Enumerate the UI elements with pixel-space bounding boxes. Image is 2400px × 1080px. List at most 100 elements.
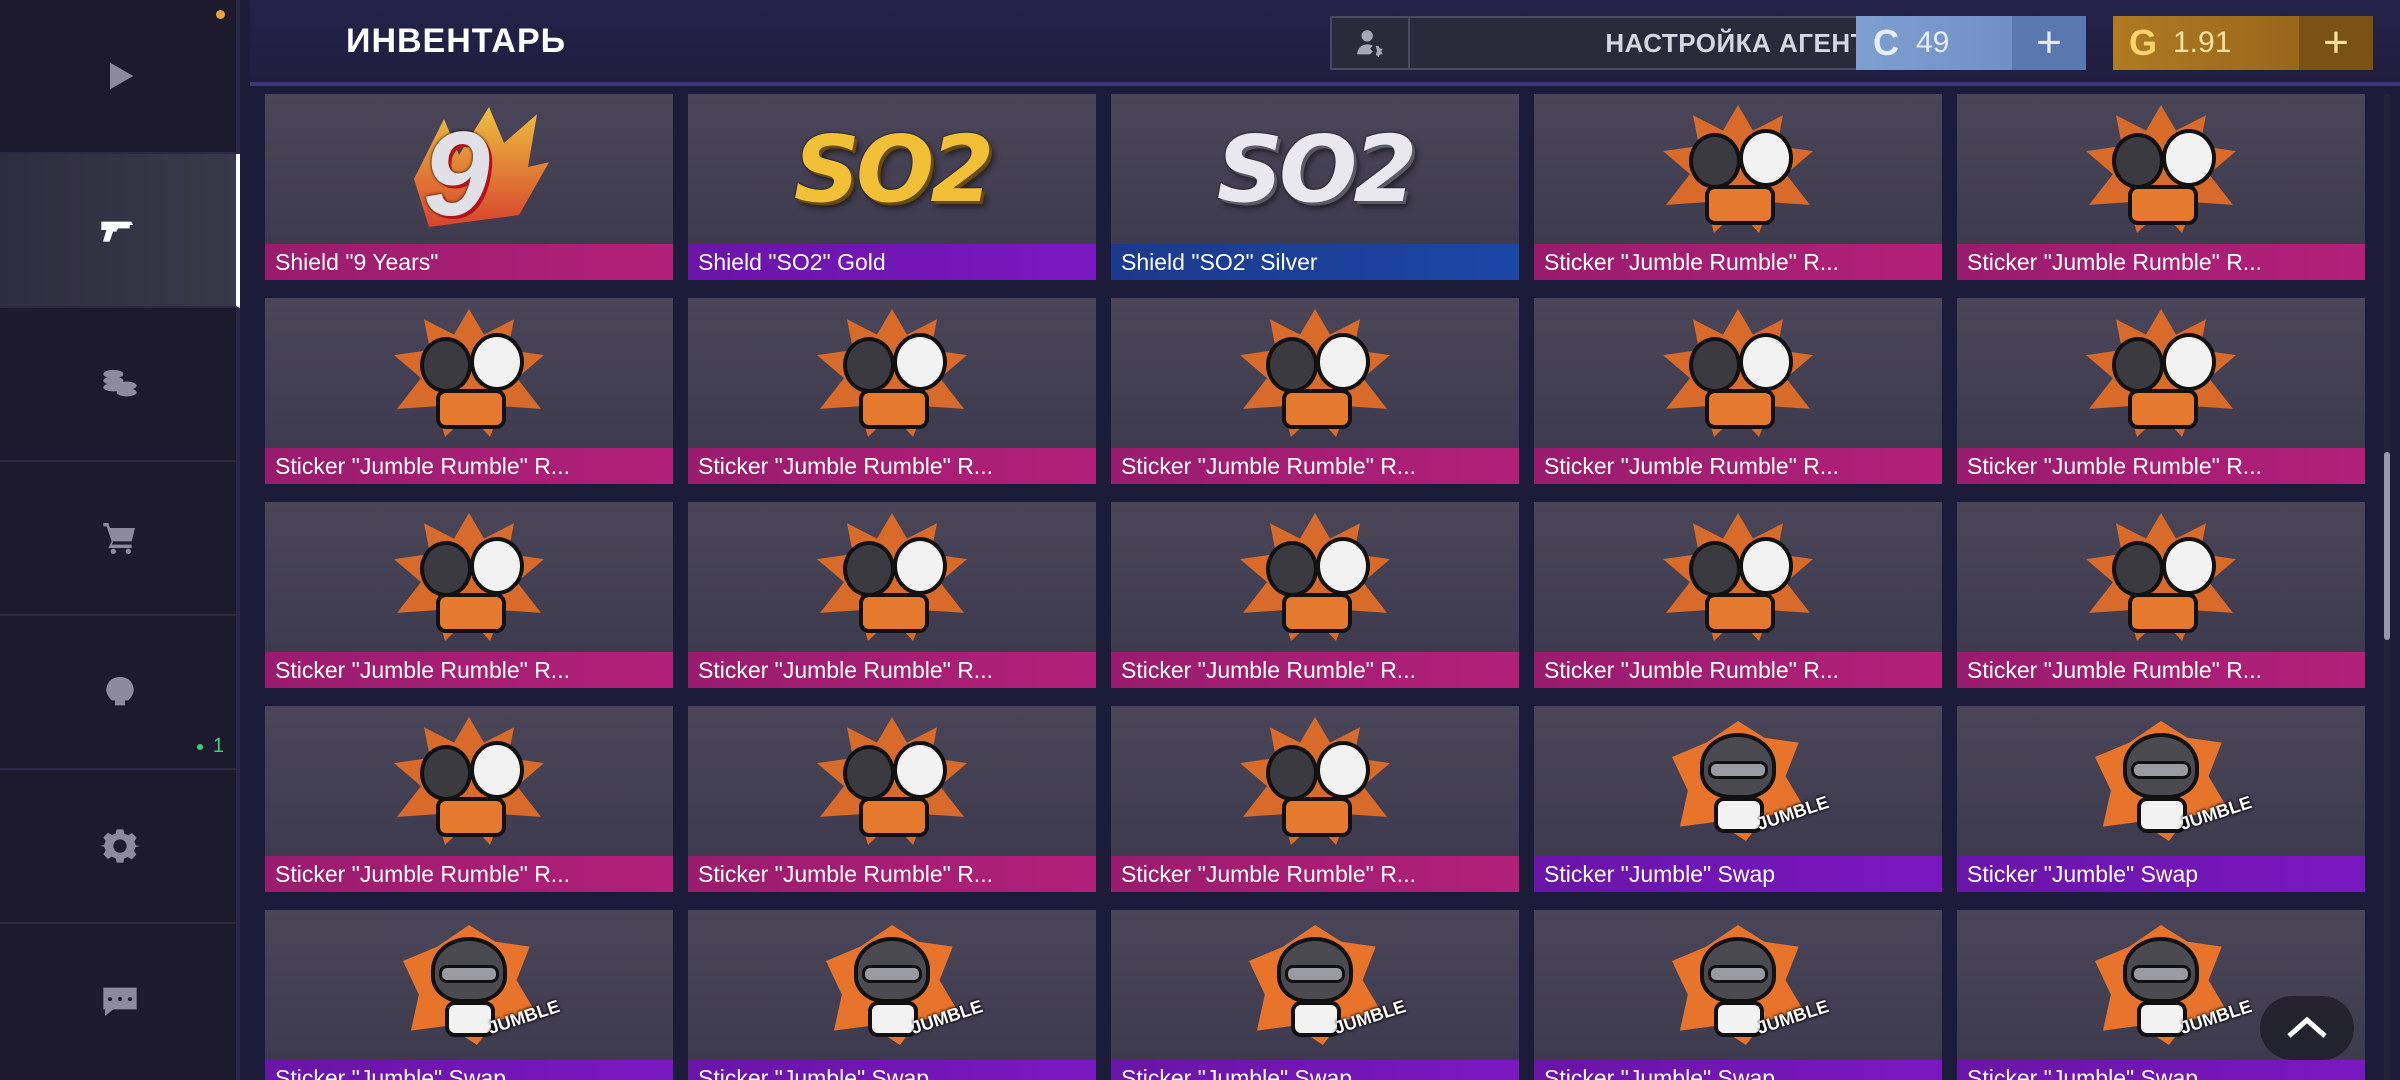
add-gold-button[interactable]: + <box>2299 16 2373 70</box>
jumble-rumble-sticker-art <box>1653 99 1823 239</box>
item-image: SO2 <box>688 94 1096 244</box>
jumble-swap-sticker-art: JUMBLE <box>2081 711 2254 851</box>
sidebar-item-chat[interactable] <box>0 924 240 1078</box>
inventory-item-card[interactable]: Sticker "Jumble Rumble" R... <box>1534 298 1942 484</box>
so2-silver-logo-art: SO2 <box>1216 115 1417 223</box>
item-name: Sticker "Jumble Rumble" R... <box>1534 244 1942 280</box>
item-image <box>1111 298 1519 448</box>
jumble-rumble-sticker-art <box>2076 303 2246 443</box>
inventory-item-card[interactable]: Sticker "Jumble Rumble" R... <box>1111 502 1519 688</box>
item-image <box>1111 706 1519 856</box>
inventory-item-card[interactable]: SO2 Shield "SO2" Silver <box>1111 94 1519 280</box>
inventory-item-card[interactable]: Sticker "Jumble Rumble" R... <box>1957 94 2365 280</box>
item-name: Shield "9 Years" <box>265 244 673 280</box>
jumble-swap-sticker-art: JUMBLE <box>2081 915 2254 1055</box>
header: ИНВЕНТАРЬ НАСТРОЙКА АГЕНТА C 49 + G 1.91… <box>250 0 2400 86</box>
item-image <box>688 502 1096 652</box>
jumble-swap-sticker-art: JUMBLE <box>1235 915 1408 1055</box>
jumble-rumble-sticker-art <box>384 711 554 851</box>
item-name: Sticker "Jumble Rumble" R... <box>1957 244 2365 280</box>
scroll-to-top-button[interactable] <box>2260 996 2354 1060</box>
item-name: Shield "SO2" Gold <box>688 244 1096 280</box>
inventory-item-card[interactable]: 9 Shield "9 Years" <box>265 94 673 280</box>
jumble-rumble-sticker-art <box>1653 507 1823 647</box>
inventory-item-card[interactable]: Sticker "Jumble Rumble" R... <box>688 502 1096 688</box>
jumble-rumble-sticker-art <box>1230 303 1400 443</box>
inventory-item-card[interactable]: JUMBLE Sticker "Jumble" Swap <box>1957 706 2365 892</box>
clan-badge: 1 <box>196 735 224 758</box>
item-name: Sticker "Jumble Rumble" R... <box>1111 448 1519 484</box>
jumble-swap-sticker-art: JUMBLE <box>812 915 985 1055</box>
item-name: Sticker "Jumble" Swap <box>1534 1060 1942 1080</box>
inventory-item-card[interactable]: Sticker "Jumble Rumble" R... <box>688 706 1096 892</box>
jumble-swap-sticker-art: JUMBLE <box>1658 711 1831 851</box>
item-name: Sticker "Jumble Rumble" R... <box>688 856 1096 892</box>
item-name: Sticker "Jumble Rumble" R... <box>688 448 1096 484</box>
play-icon <box>110 62 134 90</box>
coins-icon <box>103 369 137 397</box>
gold-currency: G 1.91 + <box>2113 16 2373 70</box>
item-name: Sticker "Jumble Rumble" R... <box>1534 652 1942 688</box>
item-image <box>1957 502 2365 652</box>
item-name: Sticker "Jumble" Swap <box>1957 856 2365 892</box>
sidebar-item-inventory[interactable] <box>0 154 240 308</box>
inventory-item-card[interactable]: Sticker "Jumble Rumble" R... <box>1534 94 1942 280</box>
jumble-rumble-sticker-art <box>1230 711 1400 851</box>
inventory-item-card[interactable]: Sticker "Jumble Rumble" R... <box>1957 298 2365 484</box>
sidebar-item-clan[interactable]: 1 <box>0 616 240 770</box>
item-name: Sticker "Jumble Rumble" R... <box>1957 448 2365 484</box>
inventory-item-card[interactable]: Sticker "Jumble Rumble" R... <box>265 502 673 688</box>
sidebar-item-shop[interactable] <box>0 462 240 616</box>
item-name: Sticker "Jumble" Swap <box>265 1060 673 1080</box>
item-name: Sticker "Jumble" Swap <box>1534 856 1942 892</box>
jumble-swap-sticker-art: JUMBLE <box>389 915 562 1055</box>
inventory-item-card[interactable]: JUMBLE Sticker "Jumble" Swap <box>265 910 673 1080</box>
item-name: Sticker "Jumble Rumble" R... <box>265 856 673 892</box>
item-name: Sticker "Jumble" Swap <box>1111 1060 1519 1080</box>
nine-years-logo-art: 9 <box>379 99 559 241</box>
inventory-item-card[interactable]: Sticker "Jumble Rumble" R... <box>1111 298 1519 484</box>
item-image: JUMBLE <box>1534 910 1942 1060</box>
sidebar-item-market[interactable] <box>0 308 240 462</box>
inventory-item-card[interactable]: JUMBLE Sticker "Jumble" Swap <box>1111 910 1519 1080</box>
agent-icon <box>1332 18 1410 68</box>
item-image: JUMBLE <box>1534 706 1942 856</box>
inventory-item-card[interactable]: Sticker "Jumble Rumble" R... <box>1111 706 1519 892</box>
sidebar: 1 <box>0 0 240 1080</box>
silver-coin-icon: C <box>1873 22 1899 63</box>
jumble-rumble-sticker-art <box>2076 507 2246 647</box>
silver-currency: C 49 + <box>1856 16 2086 70</box>
gold-coin-icon: G <box>2128 22 2157 63</box>
inventory-item-card[interactable]: JUMBLE Sticker "Jumble" Swap <box>688 910 1096 1080</box>
item-image <box>1957 94 2365 244</box>
jumble-rumble-sticker-art <box>2076 99 2246 239</box>
item-image <box>1111 502 1519 652</box>
sidebar-item-play[interactable] <box>0 0 240 154</box>
scrollbar-thumb[interactable] <box>2384 452 2390 640</box>
add-silver-button[interactable]: + <box>2012 16 2086 70</box>
pistol-icon <box>101 221 133 242</box>
jumble-rumble-sticker-art <box>384 303 554 443</box>
sidebar-item-settings[interactable] <box>0 770 240 924</box>
item-name: Sticker "Jumble Rumble" R... <box>1111 652 1519 688</box>
item-image <box>265 298 673 448</box>
inventory-item-card[interactable]: Sticker "Jumble Rumble" R... <box>265 298 673 484</box>
jumble-rumble-sticker-art <box>807 711 977 851</box>
inventory-item-card[interactable]: Sticker "Jumble Rumble" R... <box>1957 502 2365 688</box>
item-image <box>688 706 1096 856</box>
inventory-item-card[interactable]: JUMBLE Sticker "Jumble" Swap <box>1534 910 1942 1080</box>
item-name: Sticker "Jumble Rumble" R... <box>1534 448 1942 484</box>
item-name: Sticker "Jumble Rumble" R... <box>1111 856 1519 892</box>
inventory-item-card[interactable]: Sticker "Jumble Rumble" R... <box>265 706 673 892</box>
inventory-item-card[interactable]: Sticker "Jumble Rumble" R... <box>688 298 1096 484</box>
item-image: SO2 <box>1111 94 1519 244</box>
item-name: Sticker "Jumble Rumble" R... <box>688 652 1096 688</box>
inventory-item-card[interactable]: JUMBLE Sticker "Jumble" Swap <box>1534 706 1942 892</box>
inventory-item-card[interactable]: Sticker "Jumble Rumble" R... <box>1534 502 1942 688</box>
item-image <box>1534 298 1942 448</box>
jumble-swap-sticker-art: JUMBLE <box>1658 915 1831 1055</box>
item-name: Sticker "Jumble" Swap <box>688 1060 1096 1080</box>
inventory-item-card[interactable]: SO2 Shield "SO2" Gold <box>688 94 1096 280</box>
jumble-rumble-sticker-art <box>807 303 977 443</box>
item-name: Sticker "Jumble" Swap <box>1957 1060 2365 1080</box>
